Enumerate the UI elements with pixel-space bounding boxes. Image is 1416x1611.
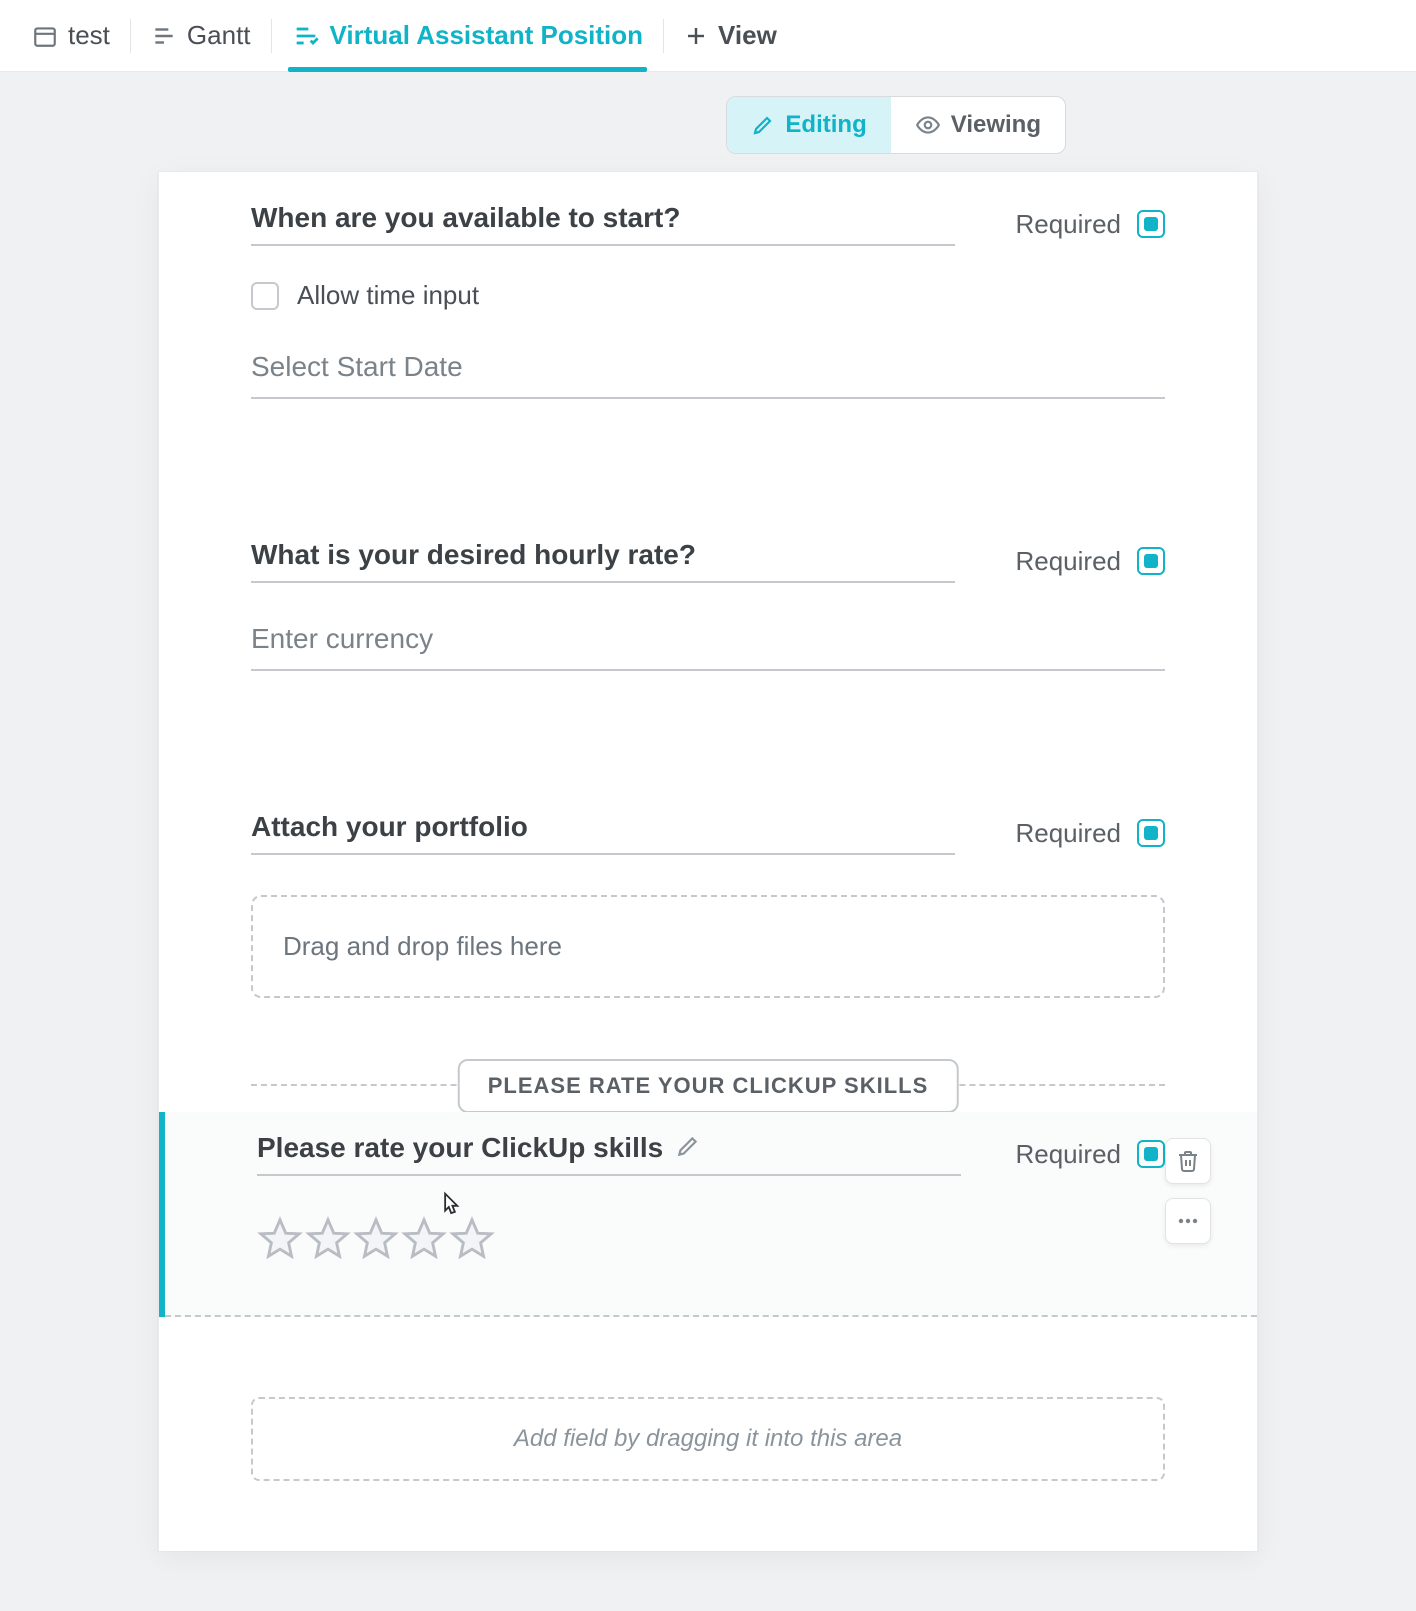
add-view-label: View — [718, 20, 777, 51]
field-header: Attach your portfolio Required — [251, 811, 1165, 855]
required-checkbox-icon — [1137, 1140, 1165, 1168]
editing-mode-label: Editing — [785, 111, 866, 139]
form-field-portfolio[interactable]: Attach your portfolio Required Drag and … — [251, 811, 1165, 998]
viewing-mode-button[interactable]: Viewing — [891, 97, 1065, 153]
add-view-button[interactable]: View — [664, 0, 797, 71]
required-toggle[interactable]: Required — [1015, 818, 1165, 849]
required-label: Required — [1015, 818, 1121, 849]
pencil-icon — [751, 113, 775, 137]
gantt-icon — [151, 23, 177, 49]
required-checkbox-icon — [1137, 547, 1165, 575]
star-icon — [353, 1216, 399, 1267]
tab-label: Gantt — [187, 20, 251, 51]
required-checkbox-icon — [1137, 819, 1165, 847]
currency-placeholder: Enter currency — [251, 623, 433, 654]
star-icon — [449, 1216, 495, 1267]
add-field-dropzone[interactable]: Add field by dragging it into this area — [251, 1397, 1165, 1481]
tab-label: Virtual Assistant Position — [330, 20, 644, 51]
section-title-pill[interactable]: PLEASE RATE YOUR CLICKUP SKILLS — [458, 1059, 959, 1113]
tab-test[interactable]: test — [12, 0, 130, 71]
rating-stars[interactable] — [257, 1216, 1165, 1267]
form-icon — [292, 22, 320, 50]
tab-virtual-assistant-position[interactable]: Virtual Assistant Position — [272, 0, 664, 71]
view-tabs: test Gantt Virtual Assistant Position Vi… — [0, 0, 1416, 72]
checkbox-icon — [251, 282, 279, 310]
section-divider: PLEASE RATE YOUR CLICKUP SKILLS — [251, 1084, 1165, 1086]
tab-label: test — [68, 20, 110, 51]
allow-time-label: Allow time input — [297, 280, 479, 311]
editing-mode-button[interactable]: Editing — [727, 97, 890, 153]
start-date-placeholder: Select Start Date — [251, 351, 463, 382]
form-field-start-date[interactable]: When are you available to start? Require… — [251, 202, 1165, 399]
field-label: Please rate your ClickUp skills — [257, 1132, 663, 1164]
required-toggle[interactable]: Required — [1015, 1139, 1165, 1170]
plus-icon — [684, 24, 708, 48]
edit-label-button[interactable] — [675, 1133, 701, 1164]
form-field-clickup-skills[interactable]: Please rate your ClickUp skills Required — [159, 1112, 1257, 1317]
mode-bar: Editing Viewing — [0, 72, 1416, 166]
app-root: test Gantt Virtual Assistant Position Vi… — [0, 0, 1416, 1611]
field-label-wrap: When are you available to start? — [251, 202, 955, 246]
field-header: What is your desired hourly rate? Requir… — [251, 539, 1165, 583]
field-header: Please rate your ClickUp skills Required — [257, 1132, 1165, 1176]
add-field-hint: Add field by dragging it into this area — [514, 1425, 902, 1452]
required-label: Required — [1015, 1139, 1121, 1170]
viewing-mode-label: Viewing — [951, 111, 1041, 139]
star-icon — [401, 1216, 447, 1267]
required-label: Required — [1015, 546, 1121, 577]
field-label: What is your desired hourly rate? — [251, 539, 696, 571]
start-date-input[interactable]: Select Start Date — [251, 351, 1165, 399]
calendar-icon — [32, 23, 58, 49]
field-label: When are you available to start? — [251, 202, 680, 234]
field-side-actions — [1165, 1138, 1211, 1244]
dropzone-text: Drag and drop files here — [283, 931, 562, 961]
field-header: When are you available to start? Require… — [251, 202, 1165, 246]
field-label: Attach your portfolio — [251, 811, 528, 843]
field-label-wrap: Attach your portfolio — [251, 811, 955, 855]
file-dropzone[interactable]: Drag and drop files here — [251, 895, 1165, 998]
form-canvas: When are you available to start? Require… — [158, 172, 1258, 1551]
star-icon — [257, 1216, 303, 1267]
required-toggle[interactable]: Required — [1015, 209, 1165, 240]
required-label: Required — [1015, 209, 1121, 240]
required-toggle[interactable]: Required — [1015, 546, 1165, 577]
eye-icon — [915, 112, 941, 138]
more-actions-button[interactable] — [1165, 1198, 1211, 1244]
currency-input[interactable]: Enter currency — [251, 623, 1165, 671]
required-checkbox-icon — [1137, 210, 1165, 238]
form-stage: When are you available to start? Require… — [0, 166, 1416, 1611]
mode-toggle: Editing Viewing — [726, 96, 1066, 154]
form-field-hourly-rate[interactable]: What is your desired hourly rate? Requir… — [251, 539, 1165, 671]
field-label-wrap: Please rate your ClickUp skills — [257, 1132, 961, 1176]
field-label-wrap: What is your desired hourly rate? — [251, 539, 955, 583]
delete-field-button[interactable] — [1165, 1138, 1211, 1184]
star-icon — [305, 1216, 351, 1267]
tab-gantt[interactable]: Gantt — [131, 0, 271, 71]
allow-time-option[interactable]: Allow time input — [251, 280, 1165, 311]
